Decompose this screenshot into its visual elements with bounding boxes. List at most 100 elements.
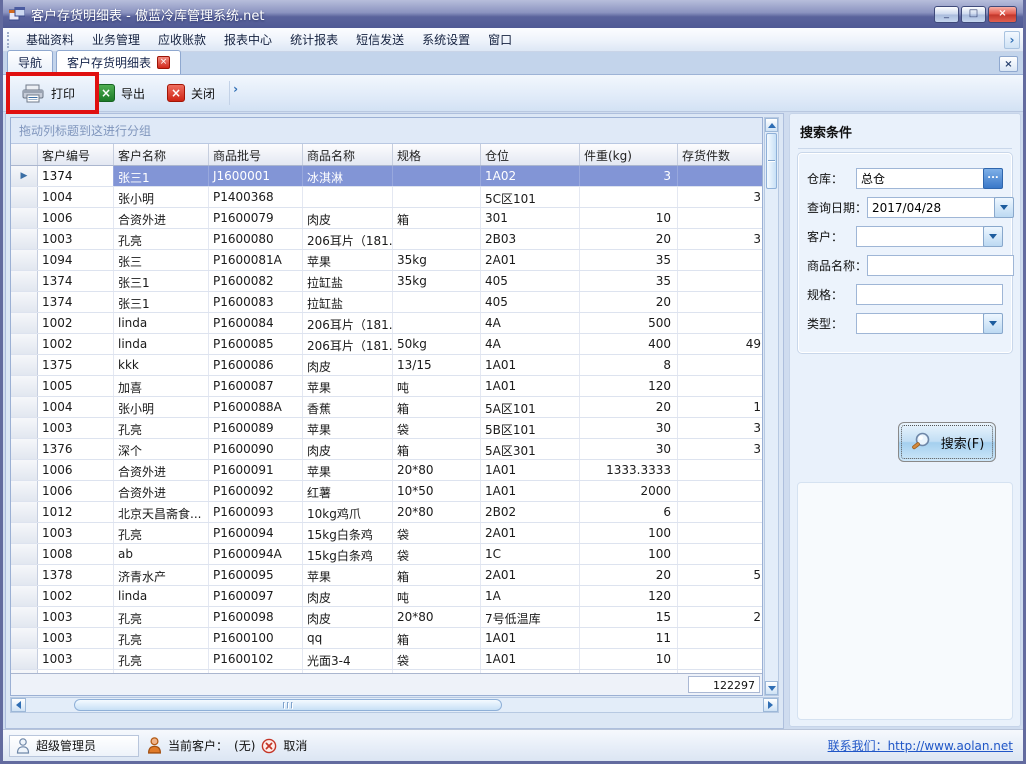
scroll-down-button[interactable] (765, 681, 778, 695)
table-row[interactable]: 1004张小明P1600088A香蕉箱5A区101201 (11, 397, 762, 418)
table-row[interactable]: 1378济青水产P1600095苹果箱2A01205 (11, 565, 762, 586)
menu-item-5[interactable]: 统计报表 (281, 28, 347, 52)
tab-1[interactable]: 导航 (7, 50, 53, 74)
table-row[interactable]: ▶1374张三1J1600001冰淇淋1A023 (11, 166, 762, 187)
table-row[interactable]: 1376深个P1600090肉皮箱5A区301303 (11, 439, 762, 460)
dropdown-button[interactable] (983, 226, 1003, 247)
cell-batch: P1600084 (209, 313, 303, 333)
dropdown-button[interactable] (994, 197, 1014, 218)
cell-no: 1003 (38, 418, 114, 438)
cell-qty (678, 376, 762, 396)
table-row[interactable]: 1003孔亮P160009415kg白条鸡袋2A01100 (11, 523, 762, 544)
cell-spec: 箱 (393, 439, 481, 459)
excel-icon: × (97, 84, 115, 102)
close-button[interactable]: × (988, 6, 1017, 23)
table-row[interactable]: 1094张三P1600081A苹果35kg2A0135 (11, 250, 762, 271)
table-row[interactable]: 1002lindaP1600084206耳片（181...4A500 (11, 313, 762, 334)
field-input-type[interactable] (856, 313, 984, 334)
column-header-slot[interactable]: 仓位 (481, 144, 580, 165)
column-header-no[interactable]: 客户编号 (38, 144, 114, 165)
cell-product: 香蕉 (303, 397, 393, 417)
cell-spec: 箱 (393, 397, 481, 417)
minimize-button[interactable]: _ (934, 6, 959, 23)
cell-product: 肉皮 (303, 586, 393, 606)
titlebar: 客户存货明细表 - 傲蓝冷库管理系统.net _ □ × (3, 0, 1023, 28)
table-row[interactable]: 1003孔亮P1600100qq箱1A0111 (11, 628, 762, 649)
dropdown-button[interactable] (983, 313, 1003, 334)
vertical-scrollbar[interactable] (764, 117, 779, 696)
tab-close-icon[interactable]: × (157, 56, 170, 69)
menu-item-2[interactable]: 业务管理 (83, 28, 149, 52)
scroll-left-button[interactable] (11, 698, 26, 712)
vertical-scroll-thumb[interactable] (766, 133, 777, 189)
row-indicator (11, 649, 38, 669)
menu-item-8[interactable]: 窗口 (479, 28, 521, 52)
column-header-weight[interactable]: 件重(kg) (580, 144, 678, 165)
cell-name: linda (114, 586, 209, 606)
table-row[interactable]: 1004张小明P14003685C区1013 (11, 187, 762, 208)
group-by-panel[interactable]: 拖动列标题到这进行分组 (11, 118, 762, 144)
table-row[interactable]: 1008abP1600094A15kg白条鸡袋1C100 (11, 544, 762, 565)
grid-body: ▶1374张三1J1600001冰淇淋1A0231004张小明P14003685… (11, 166, 762, 673)
table-row[interactable]: 1012北京天昌斋食...P160009310kg鸡爪20*802B026 (11, 502, 762, 523)
horizontal-scroll-thumb[interactable] (74, 699, 502, 711)
horizontal-scrollbar[interactable] (10, 697, 779, 713)
table-row[interactable]: 1006合资外进P1600092红薯10*501A012000 (11, 481, 762, 502)
menu-item-4[interactable]: 报表中心 (215, 28, 281, 52)
table-row[interactable]: 1375kkkP1600086肉皮13/151A018 (11, 355, 762, 376)
scroll-up-button[interactable] (765, 118, 778, 132)
table-row[interactable]: 1374张三1P1600083拉缸盐40520 (11, 292, 762, 313)
cell-no: 1004 (38, 397, 114, 417)
column-header-name[interactable]: 客户名称 (114, 144, 209, 165)
column-header-batch[interactable]: 商品批号 (209, 144, 303, 165)
export-button[interactable]: × 导出 (89, 80, 153, 106)
cell-spec: 吨 (393, 376, 481, 396)
cell-spec: 35kg (393, 250, 481, 270)
table-row[interactable]: 1003孔亮P1600102光面3-4袋1A0110 (11, 649, 762, 670)
cell-weight: 100 (580, 523, 678, 543)
group-by-hint: 拖动列标题到这进行分组 (19, 122, 151, 139)
toolbar-overflow-chevron-icon[interactable]: › (229, 81, 241, 105)
menu-item-6[interactable]: 短信发送 (347, 28, 413, 52)
table-row[interactable]: 1002lindaP1600097肉皮吨1A120 (11, 586, 762, 607)
tab-2[interactable]: 客户存货明细表× (56, 50, 181, 74)
print-button[interactable]: 打印 (13, 80, 83, 107)
cell-name: linda (114, 334, 209, 354)
cell-no: 1003 (38, 628, 114, 648)
scroll-right-button[interactable] (763, 698, 778, 712)
column-header-qty[interactable]: 存货件数 (678, 144, 762, 165)
menu-overflow-chevron-icon[interactable]: › (1004, 31, 1020, 49)
cell-name: 深个 (114, 439, 209, 459)
close-report-button[interactable]: × 关闭 (159, 80, 223, 106)
menu-item-3[interactable]: 应收账款 (149, 28, 215, 52)
search-button[interactable]: 搜索(F) (898, 422, 996, 462)
table-row[interactable]: 1003孔亮P1600098肉皮20*807号低温库152 (11, 607, 762, 628)
column-header-spec[interactable]: 规格 (393, 144, 481, 165)
menu-item-7[interactable]: 系统设置 (413, 28, 479, 52)
tabstrip-close-button[interactable]: × (999, 56, 1018, 72)
field-input-product-name[interactable] (867, 255, 1014, 276)
tab-label: 导航 (18, 54, 42, 71)
table-row[interactable]: 1374张三1P1600082拉缸盐35kg40535 (11, 271, 762, 292)
table-row[interactable]: 1006合资外进P1600079肉皮箱30110 (11, 208, 762, 229)
column-header-product[interactable]: 商品名称 (303, 144, 393, 165)
cell-weight: 8 (580, 355, 678, 375)
table-row[interactable]: 1003孔亮P1600089苹果袋5B区101303 (11, 418, 762, 439)
row-indicator (11, 397, 38, 417)
cancel-customer-button[interactable]: 取消 (283, 737, 307, 754)
menu-item-1[interactable]: 基础资料 (17, 28, 83, 52)
cell-qty (678, 271, 762, 291)
table-row[interactable]: 1005加喜P1600087苹果吨1A01120 (11, 376, 762, 397)
table-row[interactable]: 1006合资外进P1600091苹果20*801A011333.3333 (11, 460, 762, 481)
cell-spec (393, 229, 481, 249)
field-input-warehouse[interactable] (856, 168, 984, 189)
field-input-query-date[interactable] (867, 197, 995, 218)
field-input-spec[interactable] (856, 284, 1003, 305)
table-row[interactable]: 1003孔亮P1600080206耳片（181...2B03203 (11, 229, 762, 250)
table-row[interactable]: 1002lindaP1600085206耳片（181...50kg4A40049 (11, 334, 762, 355)
user-icon (16, 738, 30, 754)
contact-link[interactable]: 联系我们：http://www.aolan.net (828, 737, 1013, 754)
ellipsis-button[interactable]: ... (983, 168, 1003, 189)
field-input-customer[interactable] (856, 226, 984, 247)
maximize-button[interactable]: □ (961, 6, 986, 23)
